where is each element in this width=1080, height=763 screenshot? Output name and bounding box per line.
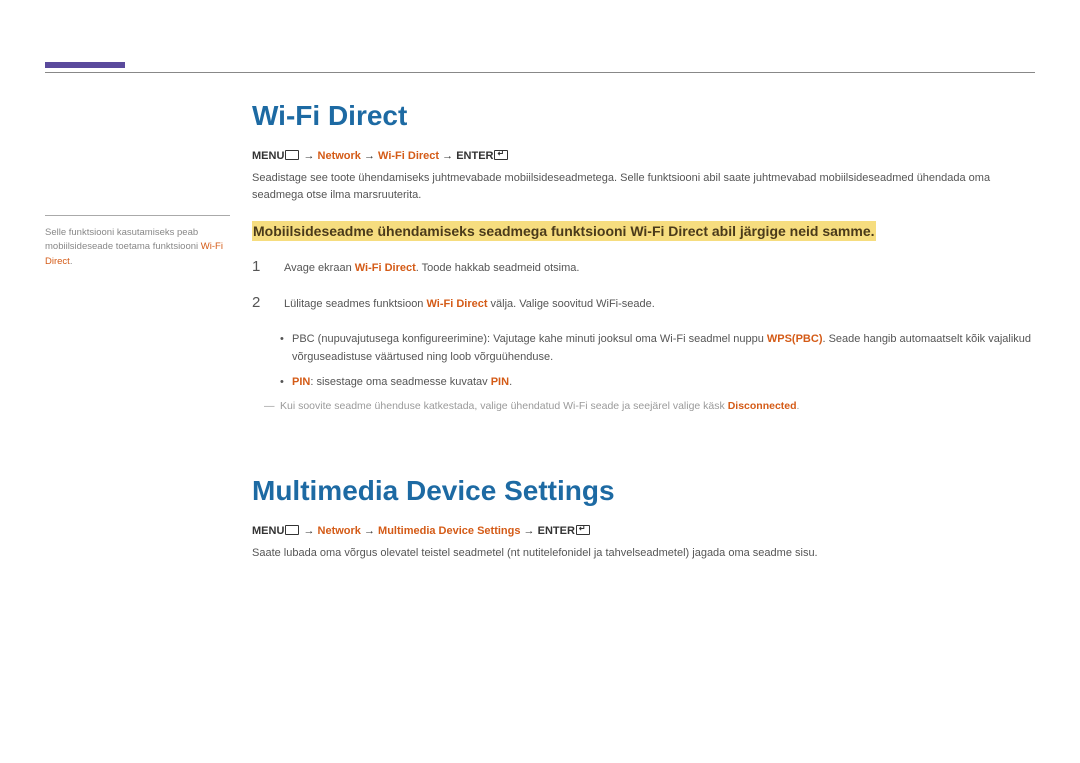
step-1: 1 Avage ekraan Wi-Fi Direct. Toode hakka…	[252, 258, 1035, 278]
step-1-pre: Avage ekraan	[284, 262, 355, 274]
bullet-pin-post: .	[509, 376, 512, 388]
enter-label-2: ENTER	[538, 525, 575, 537]
steps-list: 1 Avage ekraan Wi-Fi Direct. Toode hakka…	[252, 258, 1035, 313]
sidebar-note: Selle funktsiooni kasutamiseks peab mobi…	[45, 226, 230, 269]
enter-icon-2	[576, 525, 590, 535]
sidebar-rule	[45, 215, 230, 216]
menu-path-wifi: MENU → Network → Wi-Fi Direct → ENTER	[252, 150, 1035, 162]
sidebar-note-prefix: Selle funktsiooni kasutamiseks peab mobi…	[45, 227, 201, 252]
sidebar: Selle funktsiooni kasutamiseks peab mobi…	[45, 100, 230, 574]
bullet-pbc-hl: WPS(PBC)	[767, 333, 823, 345]
bullet-pin-mid: : sisestage oma seadmesse kuvatav	[310, 376, 490, 388]
bullet-pin: PIN: sisestage oma seadmesse kuvatav PIN…	[280, 373, 1035, 392]
intro-paragraph-2: Saate lubada oma võrgus olevatel teistel…	[252, 545, 1035, 562]
menu-icon-2	[285, 525, 299, 535]
step-2-pre: Lülitage seadmes funktsioon	[284, 298, 426, 310]
heading-multimedia: Multimedia Device Settings	[252, 475, 1035, 507]
step-2-hl: Wi-Fi Direct	[426, 298, 487, 310]
disconnect-note: Kui soovite seadme ühenduse katkestada, …	[252, 398, 1035, 415]
step-1-text: Avage ekraan Wi-Fi Direct. Toode hakkab …	[284, 260, 579, 278]
intro-paragraph: Seadistage see toote ühendamiseks juhtme…	[252, 170, 1035, 204]
highlight-instruction: Mobiilsideseadme ühendamiseks seadmega f…	[252, 221, 876, 241]
header-tab-mark	[45, 62, 125, 68]
step-1-hl: Wi-Fi Direct	[355, 262, 416, 274]
menu-label-2: MENU	[252, 525, 284, 537]
content-layout: Selle funktsiooni kasutamiseks peab mobi…	[45, 100, 1035, 574]
sidebar-note-suffix: .	[70, 256, 73, 267]
bullet-pin-hl1: PIN	[292, 376, 310, 388]
disconnect-pre: Kui soovite seadme ühenduse katkestada, …	[280, 400, 728, 412]
bullet-pin-hl2: PIN	[491, 376, 509, 388]
path-network: Network	[318, 150, 361, 162]
step-1-number: 1	[252, 258, 264, 275]
heading-wifi-direct: Wi-Fi Direct	[252, 100, 1035, 132]
main-content: Wi-Fi Direct MENU → Network → Wi-Fi Dire…	[252, 100, 1035, 574]
enter-icon	[494, 150, 508, 160]
highlight-wrapper: Mobiilsideseadme ühendamiseks seadmega f…	[252, 220, 1035, 242]
step-2-text: Lülitage seadmes funktsioon Wi-Fi Direct…	[284, 296, 655, 314]
step-2: 2 Lülitage seadmes funktsioon Wi-Fi Dire…	[252, 294, 1035, 314]
menu-icon	[285, 150, 299, 160]
step-1-post: . Toode hakkab seadmeid otsima.	[416, 262, 580, 274]
bullet-pbc: PBC (nupuvajutusega konfigureerimine): V…	[280, 330, 1035, 367]
step-2-post: välja. Valige soovitud WiFi-seade.	[488, 298, 655, 310]
page-root: Selle funktsiooni kasutamiseks peab mobi…	[0, 0, 1080, 604]
header-rule	[45, 72, 1035, 73]
disconnect-hl: Disconnected	[728, 400, 797, 412]
menu-label: MENU	[252, 150, 284, 162]
path-multimedia: Multimedia Device Settings	[378, 525, 520, 537]
disconnect-post: .	[797, 400, 800, 412]
bullet-list: PBC (nupuvajutusega konfigureerimine): V…	[252, 330, 1035, 392]
path-network-2: Network	[318, 525, 361, 537]
enter-label: ENTER	[456, 150, 493, 162]
bullet-pbc-pre: PBC (nupuvajutusega konfigureerimine): V…	[292, 333, 767, 345]
menu-path-multimedia: MENU → Network → Multimedia Device Setti…	[252, 525, 1035, 537]
path-wifi-direct: Wi-Fi Direct	[378, 150, 439, 162]
step-2-number: 2	[252, 294, 264, 311]
